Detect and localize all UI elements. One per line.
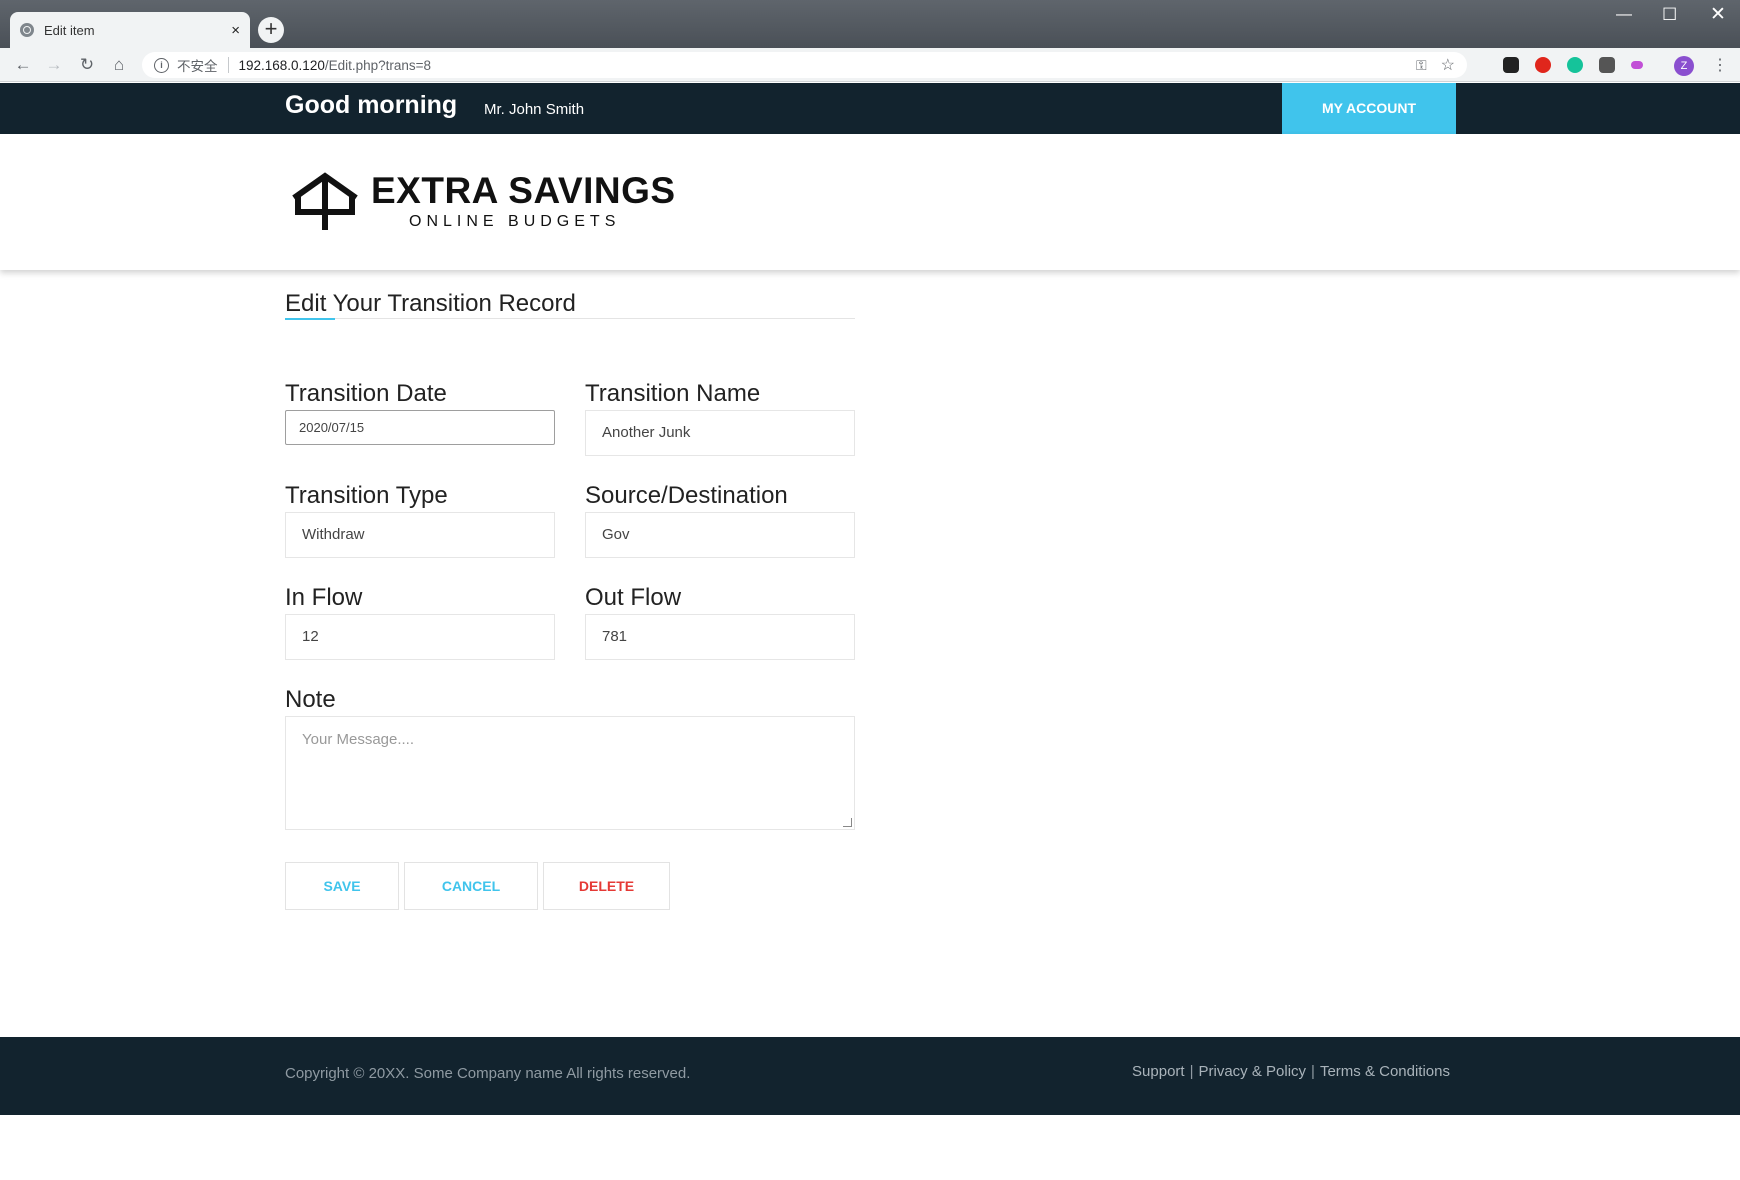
browser-tab-strip: Edit item × + — ☐ ✕ [0, 0, 1740, 48]
in-flow-label: In Flow [285, 584, 363, 611]
browser-tab[interactable]: Edit item × [10, 12, 250, 48]
brand-tagline: ONLINE BUDGETS [409, 213, 621, 230]
source-destination-input[interactable]: Gov [585, 512, 855, 558]
copyright-text: Copyright © 20XX. Some Company name All … [285, 1065, 691, 1082]
delete-button[interactable]: DELETE [543, 862, 670, 910]
greeting: Good morning [285, 91, 458, 119]
note-placeholder: Your Message.... [302, 731, 415, 748]
extension-icon[interactable] [1503, 57, 1519, 73]
user-name: Mr. John Smith [484, 101, 585, 118]
reload-icon[interactable]: ↻ [76, 54, 98, 76]
close-window-icon[interactable]: ✕ [1710, 3, 1726, 26]
footer-links: Support | Privacy & Policy | Terms & Conditi… [1132, 1063, 1450, 1080]
url-path: /Edit.php?trans=8 [324, 57, 432, 73]
new-tab-button[interactable]: + [258, 17, 284, 43]
extension-icon[interactable] [1631, 61, 1643, 69]
transition-date-input[interactable]: 2020/07/15 [285, 410, 555, 445]
maximize-icon[interactable]: ☐ [1662, 5, 1677, 25]
extension-icon[interactable] [1599, 57, 1615, 73]
logo-band: EXTRA SAVINGS ONLINE BUDGETS [0, 134, 1740, 270]
save-button[interactable]: SAVE [285, 862, 399, 910]
site-header: Good morning Mr. John Smith MY ACCOUNT [0, 83, 1740, 134]
extension-icon[interactable] [1535, 57, 1551, 73]
transition-name-label: Transition Name [585, 380, 761, 407]
minimize-icon[interactable]: — [1616, 6, 1632, 24]
title-accent [285, 318, 335, 320]
url-host: 192.168.0.120 [238, 57, 325, 73]
globe-icon [20, 23, 34, 37]
cancel-button[interactable]: CANCEL [404, 862, 538, 910]
browser-menu-icon[interactable]: ⋮ [1712, 55, 1728, 75]
house-logo-icon[interactable] [290, 172, 360, 232]
tab-title: Edit item [44, 22, 95, 38]
resize-handle-icon[interactable] [843, 818, 852, 827]
in-flow-input[interactable]: 12 [285, 614, 555, 660]
privacy-policy-link[interactable]: Privacy & Policy [1199, 1063, 1307, 1080]
link-separator: | [1189, 1063, 1194, 1080]
forward-icon[interactable]: → [43, 54, 65, 76]
out-flow-label: Out Flow [585, 584, 682, 611]
address-divider [227, 57, 229, 73]
tab-close-icon[interactable]: × [231, 22, 240, 39]
title-divider [285, 318, 855, 319]
page-title: Edit Your Transition Record [285, 290, 576, 317]
source-destination-label: Source/Destination [585, 482, 788, 509]
browser-toolbar: ← → ↻ ⌂ i 不安全 192.168.0.120 /Edit.php?tr… [0, 48, 1740, 82]
bookmark-star-icon[interactable]: ☆ [1441, 55, 1455, 75]
transition-name-input[interactable]: Another Junk [585, 410, 855, 456]
my-account-button[interactable]: MY ACCOUNT [1282, 83, 1456, 134]
note-label: Note [285, 686, 336, 713]
profile-avatar[interactable]: Z [1674, 56, 1694, 76]
note-textarea[interactable]: Your Message.... [285, 716, 855, 830]
out-flow-input[interactable]: 781 [585, 614, 855, 660]
transition-date-label: Transition Date [285, 380, 447, 407]
address-bar[interactable]: i 不安全 192.168.0.120 /Edit.php?trans=8 ⚿ … [142, 52, 1467, 78]
back-icon[interactable]: ← [12, 54, 34, 76]
security-label: 不安全 [177, 59, 218, 74]
support-link[interactable]: Support [1132, 1063, 1185, 1080]
link-separator: | [1311, 1063, 1315, 1080]
transition-type-input[interactable]: Withdraw [285, 512, 555, 558]
terms-conditions-link[interactable]: Terms & Conditions [1320, 1063, 1450, 1080]
transition-type-label: Transition Type [285, 482, 448, 509]
site-footer: Copyright © 20XX. Some Company name All … [0, 1037, 1740, 1115]
brand-name: EXTRA SAVINGS [371, 170, 676, 211]
home-icon[interactable]: ⌂ [108, 54, 130, 76]
info-icon[interactable]: i [154, 57, 169, 73]
key-icon[interactable]: ⚿ [1416, 57, 1427, 74]
grammarly-icon[interactable] [1567, 57, 1583, 73]
